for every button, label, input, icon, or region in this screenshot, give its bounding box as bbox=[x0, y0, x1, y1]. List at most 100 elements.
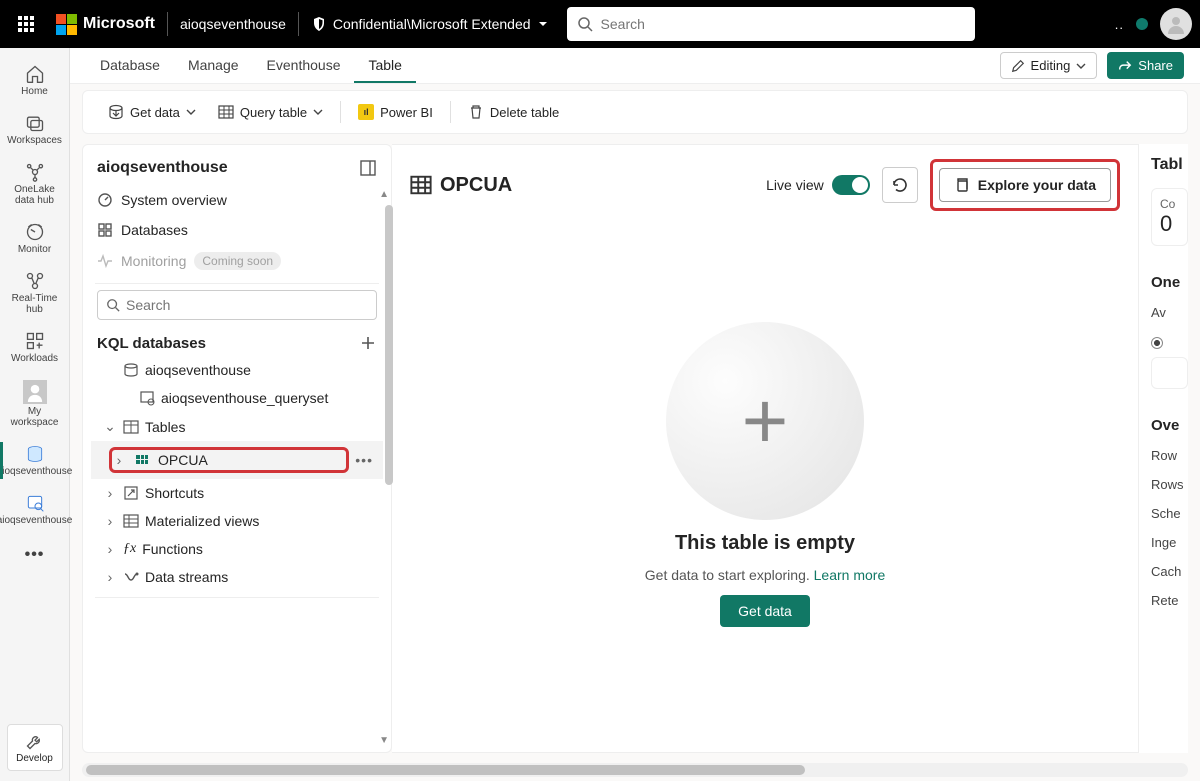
rail-monitor[interactable]: Monitor bbox=[4, 216, 66, 261]
radio-option[interactable] bbox=[1151, 334, 1188, 349]
horizontal-scrollbar[interactable] bbox=[82, 763, 1188, 777]
rail-onelake[interactable]: OneLake data hub bbox=[4, 156, 66, 212]
home-icon bbox=[25, 64, 45, 84]
explore-data-button[interactable]: Explore your data bbox=[939, 168, 1111, 202]
rail-realtime[interactable]: Real-Time hub bbox=[4, 265, 66, 321]
rail-eventhouse-db[interactable]: aioqseventhouse bbox=[4, 438, 66, 483]
tree-label: Tables bbox=[145, 419, 185, 435]
develop-button[interactable]: Develop bbox=[7, 724, 63, 771]
classification-selector[interactable]: Confidential\Microsoft Extended bbox=[311, 16, 549, 32]
global-search[interactable] bbox=[567, 7, 975, 41]
detail-row: Sche bbox=[1151, 506, 1188, 521]
database-icon bbox=[123, 362, 139, 378]
onelake-section: One bbox=[1151, 274, 1188, 291]
tree-label: Materialized views bbox=[145, 513, 259, 529]
person-icon bbox=[1166, 14, 1186, 34]
detail-row: Cach bbox=[1151, 564, 1188, 579]
tree-system-overview[interactable]: System overview bbox=[91, 185, 383, 215]
breadcrumb[interactable]: aioqseventhouse bbox=[180, 16, 286, 32]
query-table-dropdown[interactable]: Query table bbox=[209, 99, 332, 125]
tree-queryset-item[interactable]: aioqseventhouse_queryset bbox=[91, 384, 383, 412]
query-table-label: Query table bbox=[240, 105, 307, 120]
plus-icon[interactable] bbox=[359, 334, 377, 352]
chevron-down-icon bbox=[313, 107, 323, 117]
rail-workloads[interactable]: Workloads bbox=[4, 325, 66, 370]
chevron-right-icon: › bbox=[103, 485, 117, 501]
table-toolbar: Get data Query table ıl Power BI Delete … bbox=[82, 90, 1188, 134]
tree-functions-folder[interactable]: › ƒx Functions bbox=[91, 535, 383, 563]
tree-search-input[interactable] bbox=[126, 297, 368, 313]
scroll-down-icon[interactable]: ▼ bbox=[379, 735, 389, 746]
learn-more-link[interactable]: Learn more bbox=[814, 567, 886, 583]
live-view-toggle[interactable]: Live view bbox=[766, 175, 870, 195]
chevron-right-icon: › bbox=[103, 513, 117, 529]
empty-subtitle: Get data to start exploring. Learn more bbox=[645, 567, 885, 583]
tree-shortcuts-folder[interactable]: › Shortcuts bbox=[91, 479, 383, 507]
microsoft-brand: Microsoft bbox=[56, 14, 155, 35]
get-data-button[interactable]: Get data bbox=[720, 595, 810, 627]
rail-more[interactable]: ••• bbox=[4, 540, 66, 570]
divider bbox=[95, 597, 379, 598]
views-icon bbox=[123, 513, 139, 529]
section-label: KQL databases bbox=[97, 335, 206, 352]
editing-dropdown[interactable]: Editing bbox=[1000, 52, 1098, 79]
share-label: Share bbox=[1138, 58, 1173, 73]
user-avatar[interactable] bbox=[1160, 8, 1192, 40]
share-button[interactable]: Share bbox=[1107, 52, 1184, 79]
chevron-down-icon bbox=[1076, 61, 1086, 71]
power-bi-button[interactable]: ıl Power BI bbox=[349, 99, 442, 125]
tree-databases[interactable]: Databases bbox=[91, 215, 383, 245]
app-launcher-icon[interactable] bbox=[8, 6, 44, 42]
table-main-panel: OPCUA Live view Explo bbox=[392, 144, 1138, 753]
rail-eventhouse-query[interactable]: aioqseventhouse bbox=[4, 487, 66, 532]
classification-label: Confidential\Microsoft Extended bbox=[333, 16, 531, 32]
divider bbox=[95, 283, 379, 284]
input-box[interactable] bbox=[1151, 357, 1188, 389]
search-input[interactable] bbox=[601, 16, 965, 32]
wrench-icon bbox=[25, 731, 45, 751]
scroll-up-icon[interactable]: ▲ bbox=[379, 189, 389, 200]
get-data-label: Get data bbox=[130, 105, 180, 120]
tree-opcua-table[interactable]: › OPCUA ••• bbox=[91, 441, 383, 479]
page-title: OPCUA bbox=[410, 174, 512, 197]
rail-home[interactable]: Home bbox=[4, 58, 66, 103]
separator bbox=[340, 101, 341, 123]
tree-scrollbar[interactable] bbox=[385, 205, 393, 485]
queryset-icon bbox=[139, 390, 155, 406]
tree-datastreams-folder[interactable]: › Data streams bbox=[91, 563, 383, 591]
copy-icon bbox=[954, 177, 970, 193]
compressed-value: 0 bbox=[1160, 211, 1179, 237]
tree-materialized-folder[interactable]: › Materialized views bbox=[91, 507, 383, 535]
empty-illustration: + bbox=[666, 322, 864, 520]
detail-row: Rete bbox=[1151, 593, 1188, 608]
tree-search[interactable] bbox=[97, 290, 377, 320]
rail-label: aioqseventhouse bbox=[0, 515, 72, 526]
delete-table-button[interactable]: Delete table bbox=[459, 99, 568, 125]
tab-database[interactable]: Database bbox=[86, 49, 174, 83]
chevron-down-icon: ⌄ bbox=[103, 418, 117, 435]
toggle-switch-icon[interactable] bbox=[832, 175, 870, 195]
share-icon bbox=[1118, 59, 1132, 73]
tree-db-item[interactable]: aioqseventhouse bbox=[91, 356, 383, 384]
tree-label: System overview bbox=[121, 192, 227, 208]
expand-icon[interactable] bbox=[359, 159, 377, 177]
rail-label: Real-Time hub bbox=[6, 293, 64, 315]
tab-eventhouse[interactable]: Eventhouse bbox=[253, 49, 355, 83]
tree-label: Databases bbox=[121, 222, 188, 238]
develop-label: Develop bbox=[16, 753, 53, 764]
detail-row: Row bbox=[1151, 448, 1188, 463]
tab-table[interactable]: Table bbox=[354, 49, 415, 83]
rail-label: aioqseventhouse bbox=[0, 466, 72, 477]
coming-soon-badge: Coming soon bbox=[194, 252, 281, 270]
plus-icon: + bbox=[742, 381, 789, 461]
tab-manage[interactable]: Manage bbox=[174, 49, 253, 83]
gauge-icon bbox=[97, 192, 113, 208]
overflow-indicator: .. bbox=[1115, 17, 1124, 32]
rail-workspaces[interactable]: Workspaces bbox=[4, 107, 66, 152]
tree-tables-folder[interactable]: ⌄ Tables bbox=[91, 412, 383, 441]
chevron-right-icon[interactable]: › bbox=[112, 452, 126, 468]
rail-my-workspace[interactable]: My workspace bbox=[4, 374, 66, 434]
more-actions-icon[interactable]: ••• bbox=[355, 452, 379, 468]
refresh-button[interactable] bbox=[882, 167, 918, 203]
get-data-dropdown[interactable]: Get data bbox=[99, 99, 205, 125]
